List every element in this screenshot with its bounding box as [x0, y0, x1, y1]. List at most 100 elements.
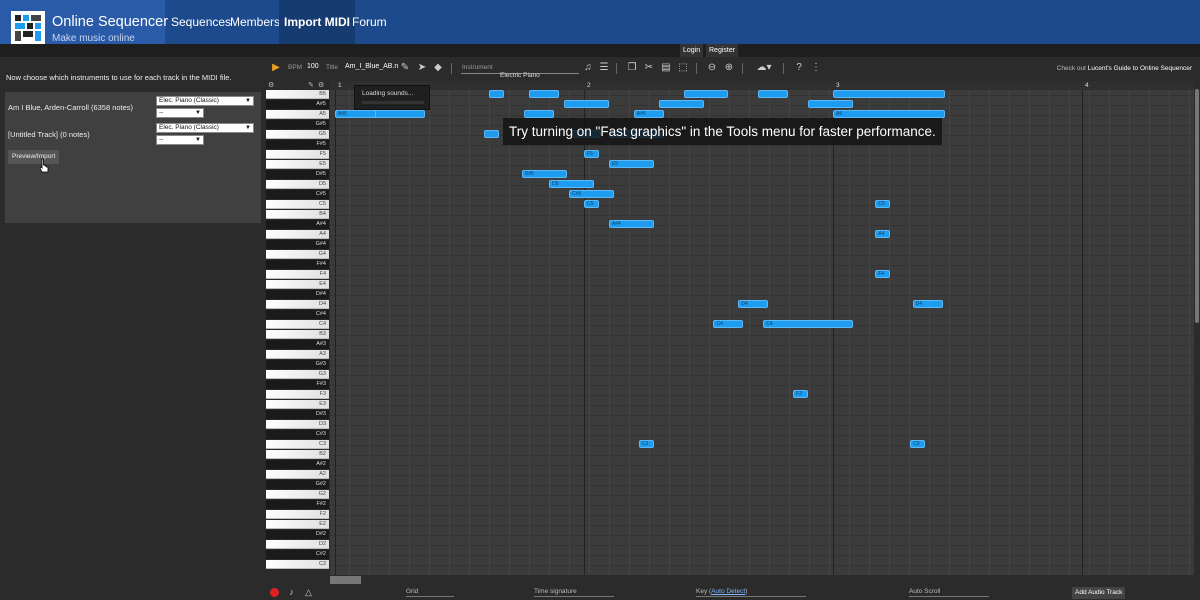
piano-key[interactable]: C#3 — [266, 430, 329, 439]
piano-key[interactable]: C3 — [266, 440, 329, 449]
piano-key[interactable]: C4 — [266, 320, 329, 329]
piano-key[interactable]: B3 — [266, 330, 329, 339]
piano-key[interactable]: E4 — [266, 280, 329, 289]
horizontal-scrollbar[interactable] — [330, 575, 1200, 585]
piano-key[interactable]: G#3 — [266, 360, 329, 369]
note-block[interactable] — [658, 100, 704, 108]
note-block[interactable]: D5 — [549, 180, 594, 188]
piano-key[interactable]: E2 — [266, 520, 329, 529]
note-block[interactable]: C4 — [713, 320, 744, 328]
note-block[interactable]: A5 — [833, 110, 946, 118]
play-icon[interactable]: ▶ — [270, 62, 282, 74]
piano-key[interactable]: F#5 — [266, 140, 329, 149]
auto-detect-link[interactable]: Auto Detect — [711, 588, 745, 595]
note-block[interactable] — [808, 100, 853, 108]
copy-icon[interactable]: ❐ — [626, 62, 638, 74]
piano-key[interactable]: D#4 — [266, 290, 329, 299]
login-button[interactable]: Login — [680, 44, 704, 57]
note-block[interactable]: F5 — [584, 150, 599, 158]
zoom-in-icon[interactable]: ⊕ — [723, 62, 735, 74]
vertical-scroll-thumb[interactable] — [1195, 89, 1199, 323]
piano-key[interactable]: D4 — [266, 300, 329, 309]
piano-key[interactable]: G2 — [266, 490, 329, 499]
piano-key[interactable]: A#5 — [266, 100, 329, 109]
note-block[interactable]: C3 — [910, 440, 926, 448]
nav-members[interactable]: Members — [225, 0, 285, 44]
piano-key[interactable]: A#3 — [266, 340, 329, 349]
piano-key[interactable]: D2 — [266, 540, 329, 549]
piano-key[interactable]: G#2 — [266, 480, 329, 489]
note-block[interactable] — [564, 100, 609, 108]
piano-key[interactable]: C5 — [266, 200, 329, 209]
piano-key[interactable]: D5 — [266, 180, 329, 189]
cloud-upload-icon[interactable]: ☁▾ — [752, 62, 776, 74]
edit-icon[interactable]: ✎ — [399, 62, 411, 74]
time-signature-select[interactable] — [534, 596, 614, 597]
piano-key[interactable]: G4 — [266, 250, 329, 259]
option-select-2[interactable]: -- ▼ — [156, 135, 204, 145]
pointer-icon[interactable]: ➤ — [416, 62, 428, 74]
key-select[interactable] — [696, 596, 806, 597]
piano-key[interactable]: G#4 — [266, 240, 329, 249]
piano-key[interactable]: E3 — [266, 400, 329, 409]
nav-import-midi[interactable]: Import MIDI — [279, 0, 355, 44]
grid-select[interactable] — [406, 596, 454, 597]
piano-key[interactable]: A4 — [266, 230, 329, 239]
note-block[interactable] — [484, 130, 500, 138]
instrument-select-1[interactable]: Elec. Piano (Classic) ▼ — [156, 96, 254, 106]
note-block[interactable] — [524, 110, 555, 118]
title-input[interactable]: Am_I_Blue_AB.n — [345, 63, 398, 70]
note-block[interactable]: F4 — [875, 270, 891, 278]
note-block[interactable]: C5 — [584, 200, 599, 208]
preview-import-button[interactable]: Preview/Import — [8, 150, 60, 164]
paste-icon[interactable]: ▤ — [660, 62, 672, 74]
record-button[interactable] — [270, 588, 279, 597]
piano-key[interactable]: A3 — [266, 350, 329, 359]
wrench-icon[interactable]: ✎ — [308, 81, 314, 89]
piano-key[interactable]: F#4 — [266, 260, 329, 269]
note-block[interactable] — [683, 90, 729, 98]
piano-key[interactable]: A#4 — [266, 220, 329, 229]
guide-link[interactable]: Lucent's Guide to Online Sequencer — [1088, 65, 1192, 72]
help-icon[interactable]: ? — [793, 62, 805, 74]
piano-key[interactable]: D#2 — [266, 530, 329, 539]
piano-key[interactable]: F#3 — [266, 380, 329, 389]
piano-key[interactable]: G#5 — [266, 120, 329, 129]
piano-key[interactable]: E5 — [266, 160, 329, 169]
piano-key[interactable]: D#5 — [266, 170, 329, 179]
instrument-settings-icon[interactable]: ♫ — [582, 62, 594, 74]
piano-key[interactable]: A2 — [266, 470, 329, 479]
note-block[interactable]: C4 — [763, 320, 853, 328]
note-block[interactable]: C3 — [638, 440, 654, 448]
piano-key[interactable]: B2 — [266, 450, 329, 459]
nav-forum[interactable]: Forum — [347, 0, 392, 44]
cut-icon[interactable]: ✂ — [643, 62, 655, 74]
piano-key[interactable]: F4 — [266, 270, 329, 279]
more-menu-icon[interactable]: ⋮ — [810, 62, 822, 74]
add-audio-track-button[interactable]: Add Audio Track — [1072, 587, 1126, 599]
note-grid[interactable]: A#5 A#5 A5 F5 E5 D#5 D5 C#5 C5 C5 A#4 A4 F4 D4 D4 C4 C4 F… — [330, 81, 1194, 575]
piano-key[interactable]: C#5 — [266, 190, 329, 199]
settings-icon[interactable]: ⚙ — [318, 81, 324, 89]
piano-key[interactable]: G5 — [266, 130, 329, 139]
note-block[interactable] — [758, 90, 789, 98]
piano-key[interactable]: A#2 — [266, 460, 329, 469]
note-block[interactable]: C5 — [875, 200, 891, 208]
note-block[interactable]: E5 — [608, 160, 654, 168]
piano-key[interactable]: F#2 — [266, 500, 329, 509]
instrument-select-2[interactable]: Elec. Piano (Classic) ▼ — [156, 123, 254, 133]
piano-key[interactable]: A5 — [266, 110, 329, 119]
piano-key[interactable]: B5 — [266, 90, 329, 99]
piano-key[interactable]: B4 — [266, 210, 329, 219]
note-block[interactable]: D4 — [738, 300, 769, 308]
bpm-input[interactable]: 100 — [307, 63, 319, 70]
option-select-1[interactable]: -- ▼ — [156, 108, 204, 118]
note-block[interactable] — [833, 90, 946, 98]
zoom-out-icon[interactable]: ⊖ — [706, 62, 718, 74]
gear-icon[interactable]: ⚙ — [268, 81, 274, 89]
vertical-scrollbar[interactable] — [1194, 81, 1200, 575]
note-block[interactable]: D4 — [912, 300, 943, 308]
piano-key[interactable]: C#2 — [266, 550, 329, 559]
note-block[interactable]: D#5 — [521, 170, 567, 178]
note-block[interactable]: C#5 — [569, 190, 614, 198]
